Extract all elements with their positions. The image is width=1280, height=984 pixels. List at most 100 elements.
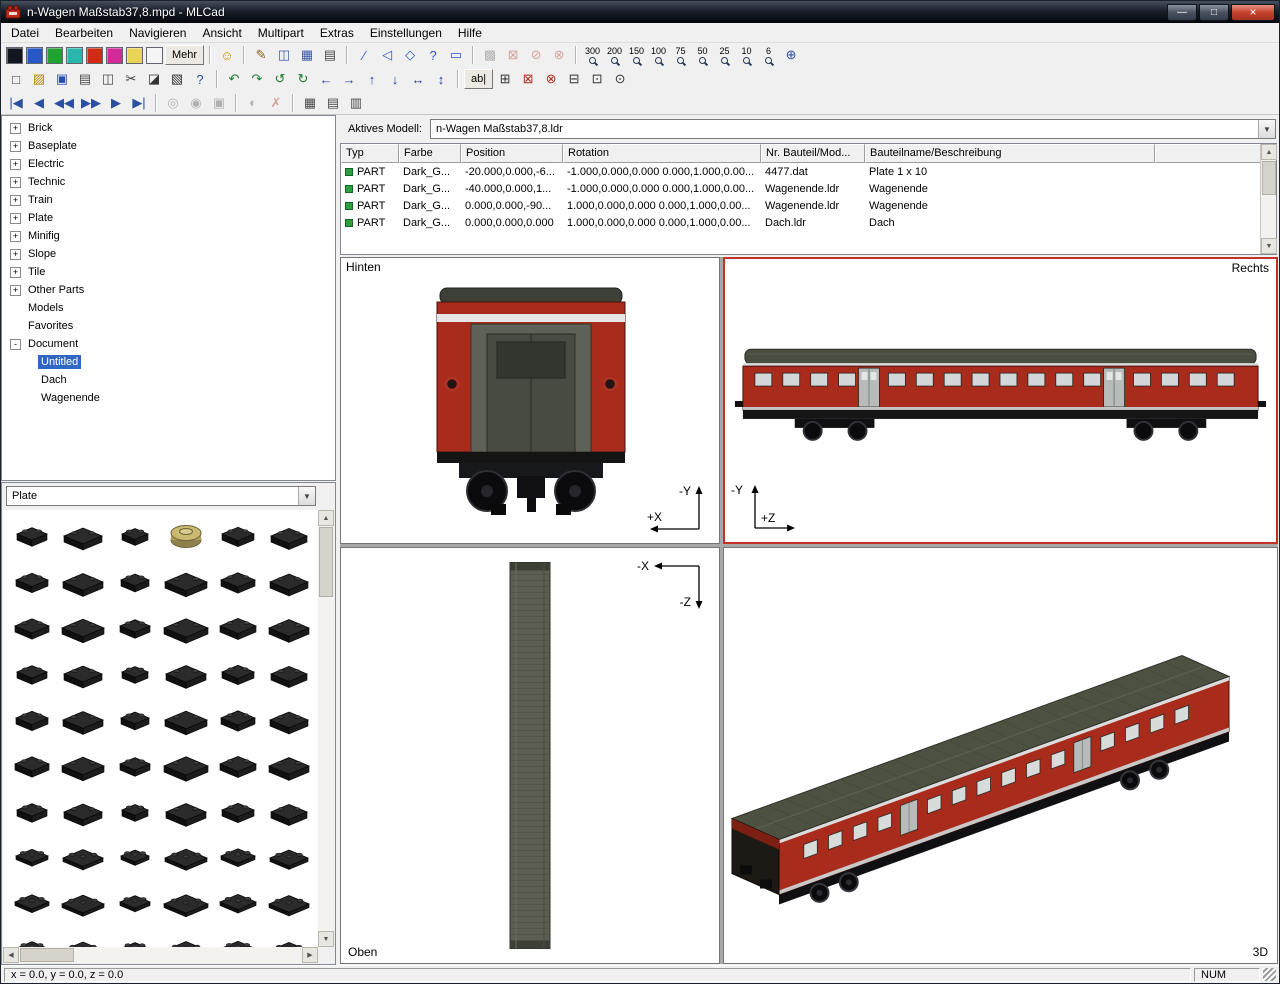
save-file-icon[interactable]: ▣ (51, 68, 73, 90)
palette-part-thumbnail[interactable] (109, 697, 161, 743)
palette-part-thumbnail[interactable] (6, 743, 58, 789)
palette-part-thumbnail[interactable] (109, 743, 161, 789)
palette-part-thumbnail[interactable] (161, 559, 213, 605)
table-row[interactable]: PARTDark_G...-40.000,0.000,1...-1.000,0.… (341, 180, 1276, 197)
fast-back-icon[interactable]: ◀◀ (51, 92, 77, 114)
go-last-step-icon[interactable]: ▶| (128, 92, 150, 114)
tree-expand-icon[interactable]: + (10, 123, 21, 134)
select-same-icon[interactable]: ◐ (242, 92, 264, 114)
palette-part-thumbnail[interactable] (212, 927, 264, 947)
palette-part-thumbnail[interactable] (6, 651, 58, 697)
palette-part-thumbnail[interactable] (212, 881, 264, 927)
scrollbar-thumb[interactable] (20, 948, 74, 962)
palette-part-thumbnail[interactable] (161, 697, 213, 743)
palette-part-thumbnail[interactable] (109, 927, 161, 947)
tree-item-document[interactable]: -Document (2, 335, 335, 353)
quad-tool-icon[interactable]: ◇ (399, 44, 421, 66)
scrollbar-thumb[interactable] (319, 527, 333, 597)
maximize-button[interactable]: □ (1199, 4, 1229, 21)
zoom-200-button[interactable]: 200 (604, 44, 625, 66)
condline-tool-icon[interactable]: ? (422, 44, 444, 66)
menu-item-datei[interactable]: Datei (3, 23, 47, 43)
scroll-down-icon[interactable]: ▼ (1261, 238, 1277, 254)
color-swatch-red[interactable] (86, 47, 103, 64)
palette-part-thumbnail[interactable] (109, 835, 161, 881)
palette-part-thumbnail[interactable] (6, 605, 58, 651)
copy-icon[interactable]: ◪ (143, 68, 165, 90)
tree-expand-icon[interactable]: + (10, 249, 21, 260)
palette-part-thumbnail[interactable] (58, 743, 110, 789)
modify-part-icon[interactable]: ▣ (208, 92, 230, 114)
color-swatch-blue[interactable] (26, 47, 43, 64)
color-swatch-magenta[interactable] (106, 47, 123, 64)
palette-part-thumbnail[interactable] (161, 743, 213, 789)
zoom-150-button[interactable]: 150 (626, 44, 647, 66)
scroll-left-icon[interactable]: ◀ (3, 947, 19, 963)
palette-part-thumbnail[interactable] (109, 605, 161, 651)
scroll-up-icon[interactable]: ▲ (1261, 144, 1277, 160)
palette-part-thumbnail[interactable] (161, 513, 213, 559)
palette-part-thumbnail[interactable] (212, 835, 264, 881)
group-parts-icon[interactable]: ▩ (479, 44, 501, 66)
grid-fine-icon[interactable]: ▥ (345, 92, 367, 114)
color-swatch-green[interactable] (46, 47, 63, 64)
palette-part-thumbnail[interactable] (6, 881, 58, 927)
paste-icon[interactable]: ▧ (166, 68, 188, 90)
palette-part-thumbnail[interactable] (58, 881, 110, 927)
palette-part-thumbnail[interactable] (264, 743, 316, 789)
palette-vertical-scrollbar[interactable]: ▲ ▼ (318, 510, 334, 947)
tree-expand-icon[interactable]: + (10, 159, 21, 170)
triangle-tool-icon[interactable]: ◁ (376, 44, 398, 66)
buffer-exchange-icon[interactable]: ⊡ (586, 68, 608, 90)
palette-part-thumbnail[interactable] (58, 513, 110, 559)
menu-item-extras[interactable]: Extras (312, 23, 362, 43)
palette-part-thumbnail[interactable] (161, 605, 213, 651)
palette-part-thumbnail[interactable] (212, 605, 264, 651)
palette-part-thumbnail[interactable] (264, 835, 316, 881)
tree-expand-icon[interactable]: + (10, 267, 21, 278)
viewport-3d[interactable]: 3D (723, 547, 1278, 964)
palette-part-thumbnail[interactable] (6, 835, 58, 881)
zoom-10-button[interactable]: 10 (736, 44, 757, 66)
open-file-icon[interactable]: ▨ (28, 68, 50, 90)
viewport-oben[interactable]: Oben (340, 547, 720, 964)
palette-part-thumbnail[interactable] (264, 697, 316, 743)
tree-item-brick[interactable]: +Brick (2, 119, 335, 137)
tree-item-dach[interactable]: Dach (2, 371, 335, 389)
palette-part-thumbnail[interactable] (109, 789, 161, 835)
palette-part-thumbnail[interactable] (6, 559, 58, 605)
move-down-icon[interactable]: ↓ (384, 68, 406, 90)
table-row[interactable]: PARTDark_G...-20.000,0.000,-6...-1.000,0… (341, 163, 1276, 180)
tree-item-untitled[interactable]: Untitled (2, 353, 335, 371)
tree-expand-icon[interactable]: + (10, 177, 21, 188)
color-swatch-dark-gray[interactable] (6, 47, 23, 64)
zoom-100-button[interactable]: 100 (648, 44, 669, 66)
column-header-position[interactable]: Position (461, 144, 563, 163)
palette-part-thumbnail[interactable] (109, 881, 161, 927)
tree-expand-icon[interactable]: + (10, 285, 21, 296)
parts-list-view-icon[interactable]: ▤ (319, 44, 341, 66)
tree-item-wagenende[interactable]: Wagenende (2, 389, 335, 407)
tree-item-plate[interactable]: +Plate (2, 209, 335, 227)
color-swatch-yellow[interactable] (126, 47, 143, 64)
menu-item-hilfe[interactable]: Hilfe (450, 23, 490, 43)
zoom-50-button[interactable]: 50 (692, 44, 713, 66)
auto-round-off-icon[interactable]: ⊗ (540, 68, 562, 90)
viewport-layout-icon[interactable]: ◫ (273, 44, 295, 66)
primitive-box-tool-icon[interactable]: ▭ (445, 44, 467, 66)
palette-part-thumbnail[interactable] (212, 559, 264, 605)
palette-part-thumbnail[interactable] (212, 697, 264, 743)
minimize-button[interactable]: — (1167, 4, 1197, 21)
tree-item-favorites[interactable]: Favorites (2, 317, 335, 335)
move-y-axis-icon[interactable]: ↕ (430, 68, 452, 90)
column-header-farbe[interactable]: Farbe (399, 144, 461, 163)
rechts-canvas[interactable] (725, 259, 1276, 542)
close-button[interactable]: × (1231, 4, 1275, 21)
tree-expand-icon[interactable]: + (10, 213, 21, 224)
draw-mode-icon[interactable]: ✎ (250, 44, 272, 66)
new-file-icon[interactable]: □ (5, 68, 27, 90)
rotate-x-pos-icon[interactable]: ↷ (246, 68, 268, 90)
palette-part-thumbnail[interactable] (109, 513, 161, 559)
palette-category-combobox[interactable]: Plate ▼ (6, 486, 316, 506)
cut-icon[interactable]: ✂ (120, 68, 142, 90)
